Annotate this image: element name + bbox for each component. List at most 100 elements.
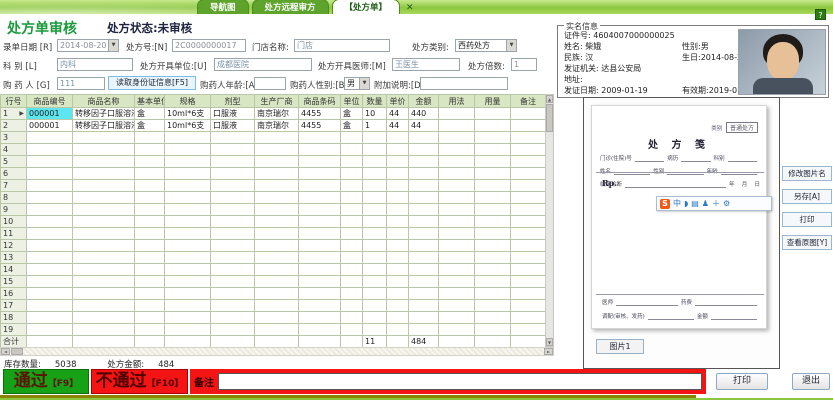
horizontal-scrollbar[interactable]: ◄ ► [0,347,554,356]
row-number[interactable]: 13 [1,252,27,264]
table-cell[interactable] [341,228,363,240]
table-cell[interactable] [73,204,135,216]
buyer-input[interactable]: 111 [57,77,105,90]
table-cell[interactable] [165,144,211,156]
table-cell[interactable] [165,192,211,204]
table-cell[interactable] [27,168,73,180]
table-cell[interactable] [363,216,387,228]
table-cell[interactable] [363,132,387,144]
table-row[interactable]: 2000001转移因子口服溶液盒10ml*6支口服液南京瑞尔4455盒14444 [1,120,546,132]
table-cell[interactable]: 000001 [27,108,73,120]
table-row[interactable]: 6 [1,168,546,180]
ime-toolbar[interactable]: S 中 ◗ ▤ ♟ ＋ ⚙ [656,196,772,211]
table-cell[interactable] [475,204,511,216]
table-cell[interactable] [475,252,511,264]
table-cell[interactable] [135,204,165,216]
table-cell[interactable] [211,288,255,300]
table-cell[interactable] [475,132,511,144]
table-cell[interactable]: 4455 [299,108,341,120]
table-cell[interactable] [299,144,341,156]
table-cell[interactable] [299,252,341,264]
table-cell[interactable] [439,108,475,120]
table-cell[interactable] [73,300,135,312]
table-cell[interactable]: 转移因子口服溶液 [73,120,135,132]
table-cell[interactable] [511,312,546,324]
dept-input[interactable]: 内科 [57,58,133,71]
table-cell[interactable] [511,144,546,156]
table-row[interactable]: 14 [1,264,546,276]
table-cell[interactable] [439,312,475,324]
table-cell[interactable] [165,276,211,288]
table-cell[interactable] [135,192,165,204]
table-cell[interactable] [135,288,165,300]
table-cell[interactable] [135,216,165,228]
table-cell[interactable] [211,240,255,252]
table-cell[interactable] [135,168,165,180]
row-number[interactable]: 14 [1,264,27,276]
store-input[interactable]: 门店 [294,39,390,52]
row-number[interactable]: 18 [1,312,27,324]
table-cell[interactable] [511,264,546,276]
ime-person-icon[interactable]: ♟ [702,199,709,209]
table-row[interactable]: 15 [1,276,546,288]
table-cell[interactable] [387,324,409,336]
tab-prescription[interactable]: 【处方单】 [332,0,401,14]
column-header[interactable]: 商品名称 [73,95,135,108]
table-cell[interactable] [211,156,255,168]
table-cell[interactable] [165,288,211,300]
table-cell[interactable] [165,312,211,324]
rename-image-button[interactable]: 修改图片名 [782,166,832,181]
rx-no-input[interactable]: 2C0000000017 [172,39,246,52]
table-cell[interactable] [73,216,135,228]
table-cell[interactable]: 盒 [341,108,363,120]
table-cell[interactable] [135,144,165,156]
column-header[interactable]: 用量 [475,95,511,108]
table-cell[interactable] [73,144,135,156]
row-number[interactable]: 12 [1,240,27,252]
table-cell[interactable] [439,144,475,156]
table-cell[interactable] [439,288,475,300]
table-cell[interactable] [387,168,409,180]
table-cell[interactable] [27,228,73,240]
table-cell[interactable] [135,252,165,264]
table-cell[interactable] [387,240,409,252]
table-cell[interactable] [475,192,511,204]
column-header[interactable]: 单价 [387,95,409,108]
table-cell[interactable] [363,228,387,240]
table-cell[interactable] [439,132,475,144]
table-cell[interactable] [211,180,255,192]
table-row[interactable]: 8 [1,192,546,204]
column-header[interactable]: 商品编号 [27,95,73,108]
table-cell[interactable] [135,228,165,240]
column-header[interactable]: 金额 [409,95,439,108]
column-header[interactable]: 商品条码 [299,95,341,108]
ime-plus-icon[interactable]: ＋ [712,199,720,209]
table-cell[interactable] [27,252,73,264]
table-cell[interactable]: 南京瑞尔 [255,120,299,132]
table-cell[interactable] [255,252,299,264]
column-header[interactable]: 用法 [439,95,475,108]
table-cell[interactable] [255,312,299,324]
table-cell[interactable] [27,264,73,276]
table-cell[interactable] [255,132,299,144]
table-cell[interactable] [409,240,439,252]
table-cell[interactable] [299,192,341,204]
table-cell[interactable]: 口服液 [211,108,255,120]
table-cell[interactable] [363,312,387,324]
table-cell[interactable] [475,108,511,120]
table-cell[interactable] [511,252,546,264]
table-cell[interactable] [409,288,439,300]
table-cell[interactable] [341,288,363,300]
table-cell[interactable] [135,324,165,336]
table-cell[interactable] [387,288,409,300]
table-row[interactable]: 17 [1,300,546,312]
table-cell[interactable] [475,168,511,180]
table-cell[interactable]: 000001 [27,120,73,132]
table-cell[interactable] [439,192,475,204]
scrollbar-thumb[interactable] [11,348,23,355]
table-cell[interactable] [511,180,546,192]
row-number[interactable]: 2 [1,120,27,132]
row-number[interactable]: 9 [1,204,27,216]
table-cell[interactable] [387,216,409,228]
rx-type-select[interactable]: 西药处方▼ [455,39,517,52]
